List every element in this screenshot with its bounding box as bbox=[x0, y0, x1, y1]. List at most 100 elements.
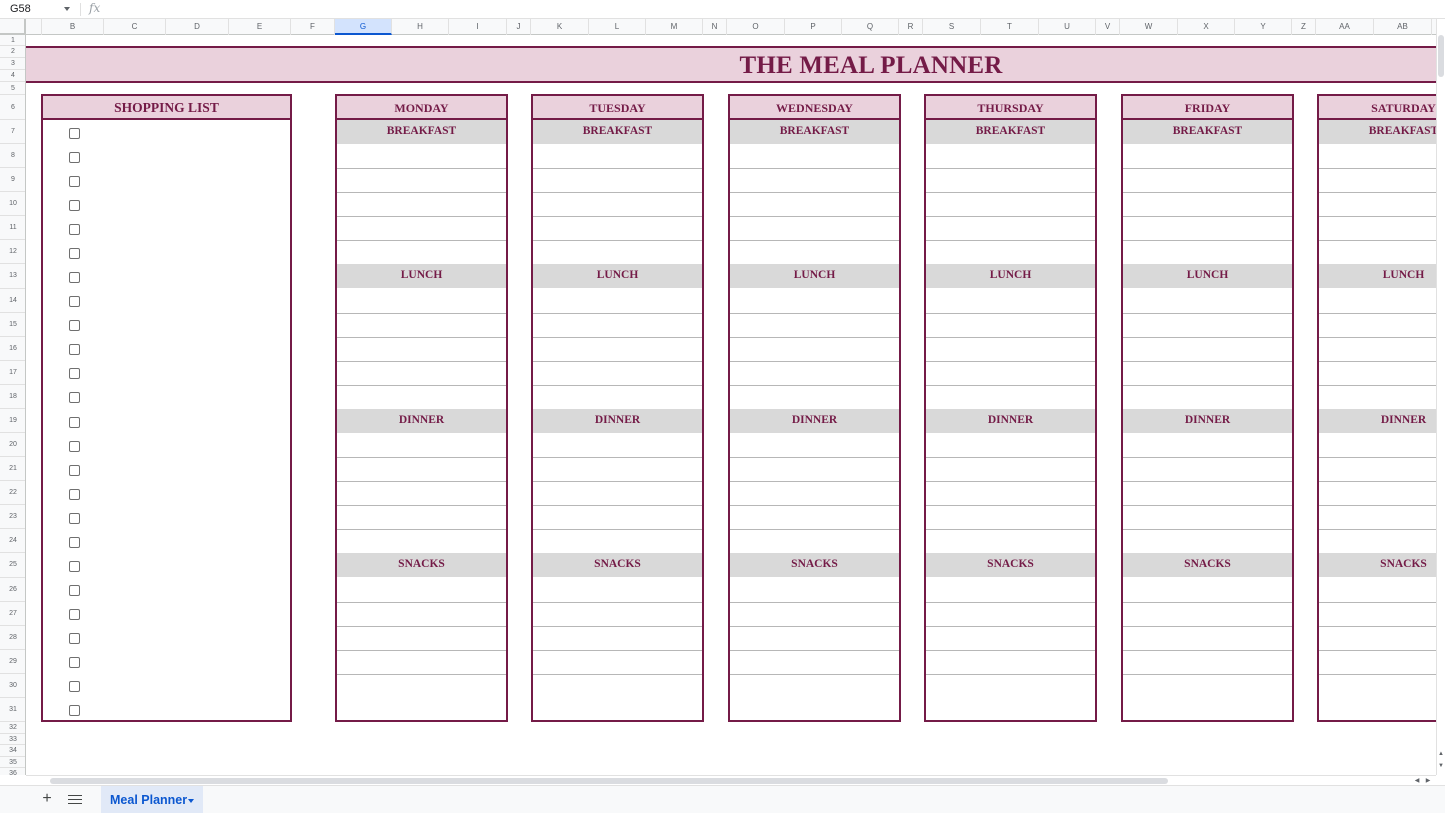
row-header-10[interactable]: 10 bbox=[0, 192, 25, 217]
row-header-1[interactable]: 1 bbox=[0, 35, 25, 46]
meal-entry-cell[interactable] bbox=[1319, 433, 1436, 456]
meal-entry-cell[interactable] bbox=[730, 626, 899, 649]
meal-entry-cell[interactable] bbox=[1123, 385, 1292, 408]
meal-entry-cell[interactable] bbox=[337, 313, 506, 336]
row-header-31[interactable]: 31 bbox=[0, 698, 25, 722]
meal-entry-cell[interactable] bbox=[1319, 361, 1436, 384]
name-box-dropdown-icon[interactable] bbox=[64, 7, 70, 11]
meal-entry-cell[interactable] bbox=[730, 192, 899, 215]
meal-entry-cell[interactable] bbox=[1123, 650, 1292, 673]
column-header-W[interactable]: W bbox=[1120, 19, 1178, 35]
meal-entry-cell[interactable] bbox=[730, 457, 899, 480]
row-header-3[interactable]: 3 bbox=[0, 58, 25, 70]
meal-entry-cell[interactable] bbox=[1319, 144, 1436, 167]
row-header-7[interactable]: 7 bbox=[0, 120, 25, 145]
column-header-E[interactable]: E bbox=[229, 19, 291, 35]
meal-entry-cell[interactable] bbox=[730, 602, 899, 625]
meal-entry-cell[interactable] bbox=[1123, 337, 1292, 360]
meal-entry-cell[interactable] bbox=[533, 650, 702, 673]
meal-entry-cell[interactable] bbox=[1123, 578, 1292, 601]
row-header-27[interactable]: 27 bbox=[0, 602, 25, 626]
column-header-H[interactable]: H bbox=[392, 19, 449, 35]
meal-entry-cell[interactable] bbox=[730, 433, 899, 456]
meal-entry-cell[interactable] bbox=[1319, 289, 1436, 312]
meal-entry-cell[interactable] bbox=[730, 144, 899, 167]
row-header-2[interactable]: 2 bbox=[0, 46, 25, 58]
column-header-B[interactable]: B bbox=[42, 19, 104, 35]
meal-entry-cell[interactable] bbox=[1319, 240, 1436, 263]
shopping-item-checkbox[interactable] bbox=[69, 272, 80, 284]
meal-entry-cell[interactable] bbox=[337, 457, 506, 480]
meal-entry-cell[interactable] bbox=[730, 481, 899, 504]
row-header-8[interactable]: 8 bbox=[0, 144, 25, 169]
row-header-35[interactable]: 35 bbox=[0, 757, 25, 768]
meal-entry-cell[interactable] bbox=[926, 385, 1095, 408]
meal-entry-cell[interactable] bbox=[337, 674, 506, 697]
row-header-28[interactable]: 28 bbox=[0, 626, 25, 650]
meal-entry-cell[interactable] bbox=[730, 240, 899, 263]
meal-entry-cell[interactable] bbox=[1123, 529, 1292, 552]
meal-entry-cell[interactable] bbox=[337, 626, 506, 649]
shopping-item-checkbox[interactable] bbox=[69, 705, 80, 717]
row-header-16[interactable]: 16 bbox=[0, 337, 25, 361]
shopping-item-checkbox[interactable] bbox=[69, 151, 80, 163]
column-header-F[interactable]: F bbox=[291, 19, 335, 35]
meal-entry-cell[interactable] bbox=[926, 313, 1095, 336]
meal-entry-cell[interactable] bbox=[1123, 481, 1292, 504]
meal-entry-cell[interactable] bbox=[533, 216, 702, 239]
shopping-item-checkbox[interactable] bbox=[69, 585, 80, 597]
column-header-Q[interactable]: Q bbox=[842, 19, 899, 35]
shopping-item-checkbox[interactable] bbox=[69, 368, 80, 380]
row-header-20[interactable]: 20 bbox=[0, 433, 25, 458]
meal-entry-cell[interactable] bbox=[533, 361, 702, 384]
horizontal-scroll-thumb[interactable] bbox=[50, 778, 1168, 784]
meal-entry-cell[interactable] bbox=[1319, 650, 1436, 673]
row-header-9[interactable]: 9 bbox=[0, 168, 25, 193]
row-header-30[interactable]: 30 bbox=[0, 674, 25, 698]
meal-entry-cell[interactable] bbox=[533, 144, 702, 167]
column-header-D[interactable]: D bbox=[166, 19, 229, 35]
column-header-Z[interactable]: Z bbox=[1292, 19, 1316, 35]
column-header-AB[interactable]: AB bbox=[1374, 19, 1432, 35]
meal-entry-cell[interactable] bbox=[926, 626, 1095, 649]
meal-entry-cell[interactable] bbox=[533, 313, 702, 336]
row-header-36[interactable]: 36 bbox=[0, 768, 25, 775]
row-header-4[interactable]: 4 bbox=[0, 70, 25, 82]
row-header-25[interactable]: 25 bbox=[0, 553, 25, 578]
meal-entry-cell[interactable] bbox=[337, 192, 506, 215]
shopping-item-checkbox[interactable] bbox=[69, 223, 80, 235]
meal-entry-cell[interactable] bbox=[1123, 192, 1292, 215]
meal-entry-cell[interactable] bbox=[337, 337, 506, 360]
shopping-item-checkbox[interactable] bbox=[69, 464, 80, 476]
meal-entry-cell[interactable] bbox=[1319, 192, 1436, 215]
meal-entry-cell[interactable] bbox=[730, 313, 899, 336]
column-header-M[interactable]: M bbox=[646, 19, 703, 35]
column-header-N[interactable]: N bbox=[703, 19, 727, 35]
column-header-X[interactable]: X bbox=[1178, 19, 1235, 35]
column-header-I[interactable]: I bbox=[449, 19, 507, 35]
column-header-L[interactable]: L bbox=[589, 19, 646, 35]
row-header-6[interactable]: 6 bbox=[0, 95, 25, 120]
meal-entry-cell[interactable] bbox=[337, 361, 506, 384]
shopping-item-checkbox[interactable] bbox=[69, 633, 80, 645]
shopping-item-checkbox[interactable] bbox=[69, 296, 80, 308]
meal-entry-cell[interactable] bbox=[926, 361, 1095, 384]
column-header-K[interactable]: K bbox=[531, 19, 589, 35]
row-header-34[interactable]: 34 bbox=[0, 745, 25, 757]
meal-entry-cell[interactable] bbox=[926, 216, 1095, 239]
column-header-AA[interactable]: AA bbox=[1316, 19, 1374, 35]
shopping-item-checkbox[interactable] bbox=[69, 560, 80, 572]
meal-entry-cell[interactable] bbox=[337, 385, 506, 408]
meal-entry-cell[interactable] bbox=[1123, 626, 1292, 649]
meal-entry-cell[interactable] bbox=[337, 578, 506, 601]
column-header-C[interactable]: C bbox=[104, 19, 166, 35]
meal-entry-cell[interactable] bbox=[926, 481, 1095, 504]
meal-entry-cell[interactable] bbox=[533, 337, 702, 360]
meal-entry-cell[interactable] bbox=[533, 192, 702, 215]
meal-entry-cell[interactable] bbox=[730, 168, 899, 191]
meal-entry-cell[interactable] bbox=[1123, 602, 1292, 625]
meal-entry-cell[interactable] bbox=[1123, 674, 1292, 697]
meal-entry-cell[interactable] bbox=[926, 529, 1095, 552]
meal-entry-cell[interactable] bbox=[926, 602, 1095, 625]
column-header-U[interactable]: U bbox=[1039, 19, 1096, 35]
